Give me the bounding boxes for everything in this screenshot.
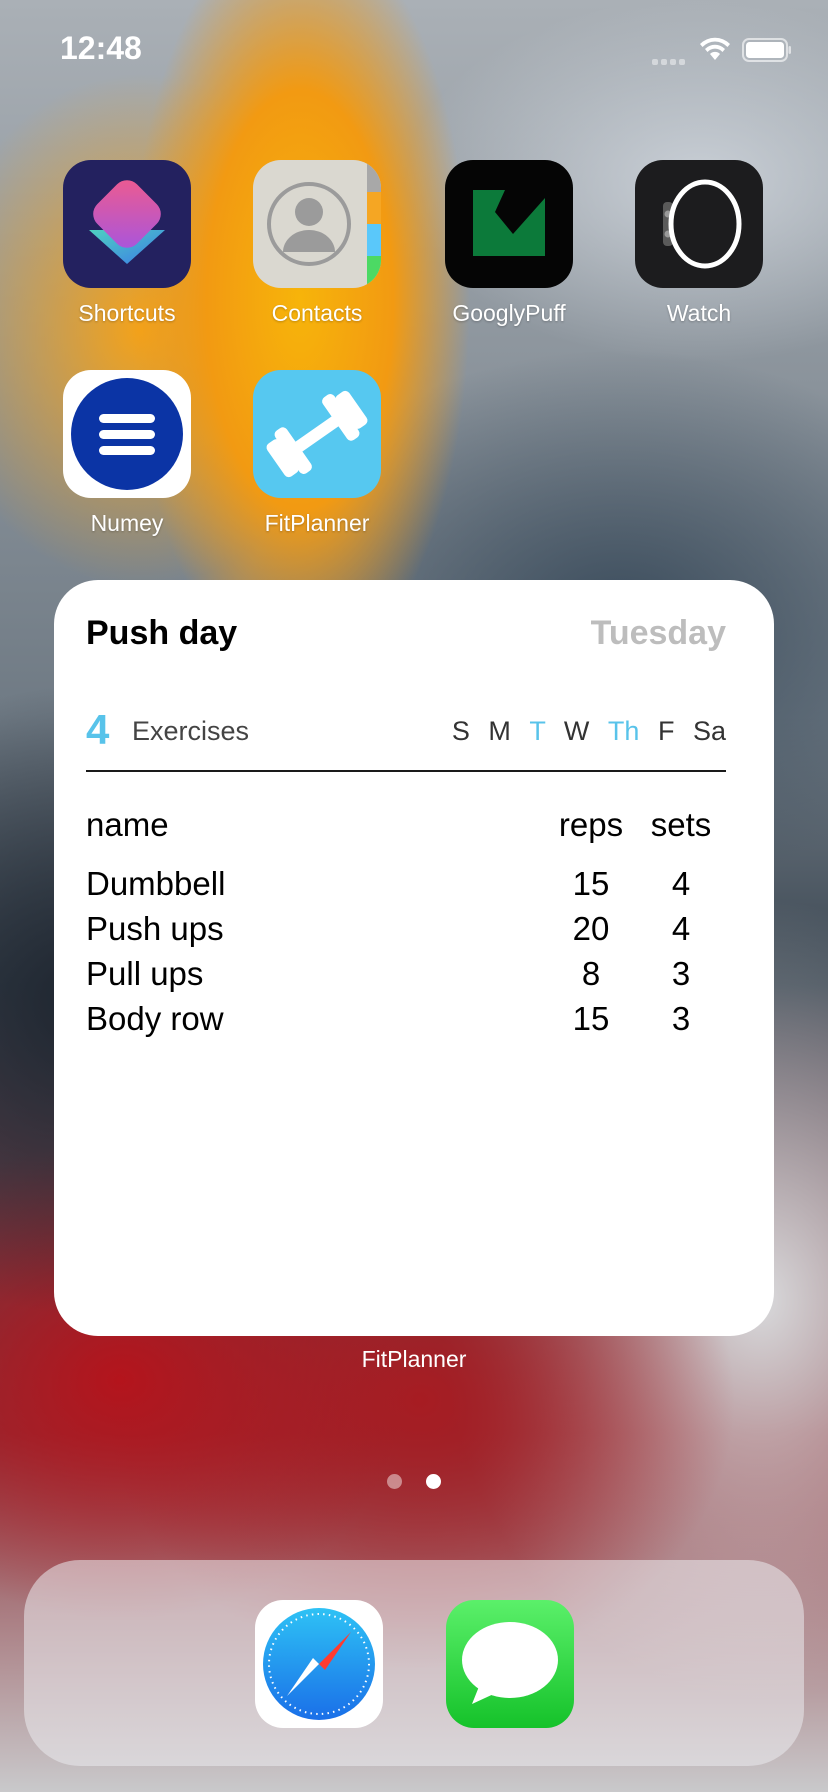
status-bar: 12:48 (0, 0, 828, 100)
weekday-label-active: Th (607, 716, 640, 746)
contacts-icon (253, 160, 381, 288)
exercise-sets: 4 (671, 909, 691, 947)
exercise-reps: 15 (572, 864, 610, 902)
page-dot-active[interactable] (426, 1474, 442, 1489)
table-row: Body row 15 3 (86, 996, 726, 1041)
weekday-label-active: T (529, 716, 546, 746)
wifi-icon (698, 36, 732, 67)
exercise-reps: 8 (581, 954, 601, 992)
widget-title: Push day (86, 614, 238, 652)
app-label: Watch (666, 300, 732, 326)
watch-icon (635, 160, 763, 288)
app-googlypuff[interactable]: GooglyPuff (414, 160, 604, 327)
dumbbell-icon (253, 370, 381, 498)
app-label: Shortcuts (78, 300, 176, 326)
exercise-reps: 15 (572, 999, 610, 1037)
app-label: FitPlanner (264, 510, 370, 536)
table-row: Push ups 20 4 (86, 906, 726, 951)
app-watch[interactable]: Watch (604, 160, 794, 327)
app-label: GooglyPuff (452, 300, 566, 326)
table-row: Dumbbell 15 4 (86, 861, 726, 906)
safari-icon[interactable] (255, 1600, 383, 1728)
shortcuts-icon (63, 160, 191, 288)
widget-day: Tuesday (590, 614, 726, 652)
battery-icon (742, 38, 792, 67)
cellular-signal-icon (652, 52, 688, 70)
widget-caption: FitPlanner (361, 1346, 467, 1372)
weekday-label: M (488, 716, 511, 746)
messages-icon[interactable] (446, 1600, 574, 1728)
divider (86, 770, 726, 772)
app-shortcuts[interactable]: Shortcuts (32, 160, 222, 327)
dock (24, 1560, 804, 1766)
app-contacts[interactable]: Contacts (222, 160, 412, 327)
status-time: 12:48 (60, 30, 142, 66)
weekday-label: W (563, 716, 590, 746)
column-header-sets: sets (650, 805, 712, 843)
page-indicator[interactable] (0, 1474, 828, 1494)
column-header-name: name (86, 805, 169, 843)
exercise-table: name reps sets Dumbbell 15 4 Push ups 20… (86, 802, 726, 1041)
column-header-reps: reps (558, 805, 624, 843)
exercise-sets: 3 (671, 999, 691, 1037)
app-label: Contacts (271, 300, 363, 326)
page-dot[interactable] (386, 1474, 402, 1489)
table-row: Pull ups 8 3 (86, 951, 726, 996)
weekday-strip: S M T W Th F Sa (441, 716, 726, 747)
exercise-name: Dumbbell (86, 864, 226, 902)
weekday-label: F (657, 716, 675, 746)
exercise-name: Body row (86, 999, 224, 1037)
table-header: name reps sets (86, 802, 726, 847)
exercise-count: 4 (86, 706, 110, 753)
weekday-label: Sa (692, 716, 726, 746)
exercise-count-label: Exercises (132, 716, 250, 746)
exercise-reps: 20 (572, 909, 610, 947)
googlypuff-icon (445, 160, 573, 288)
weekday-label: S (451, 716, 470, 746)
app-label: Numey (90, 510, 164, 536)
fitplanner-widget[interactable]: Push day Tuesday 4 Exercises S M T W Th … (54, 580, 774, 1336)
exercise-sets: 4 (671, 864, 691, 902)
exercise-name: Pull ups (86, 954, 204, 992)
app-numey[interactable]: Numey (32, 370, 222, 537)
exercise-name: Push ups (86, 909, 224, 947)
numey-icon (63, 370, 191, 498)
exercise-sets: 3 (671, 954, 691, 992)
app-fitplanner[interactable]: FitPlanner (222, 370, 412, 537)
